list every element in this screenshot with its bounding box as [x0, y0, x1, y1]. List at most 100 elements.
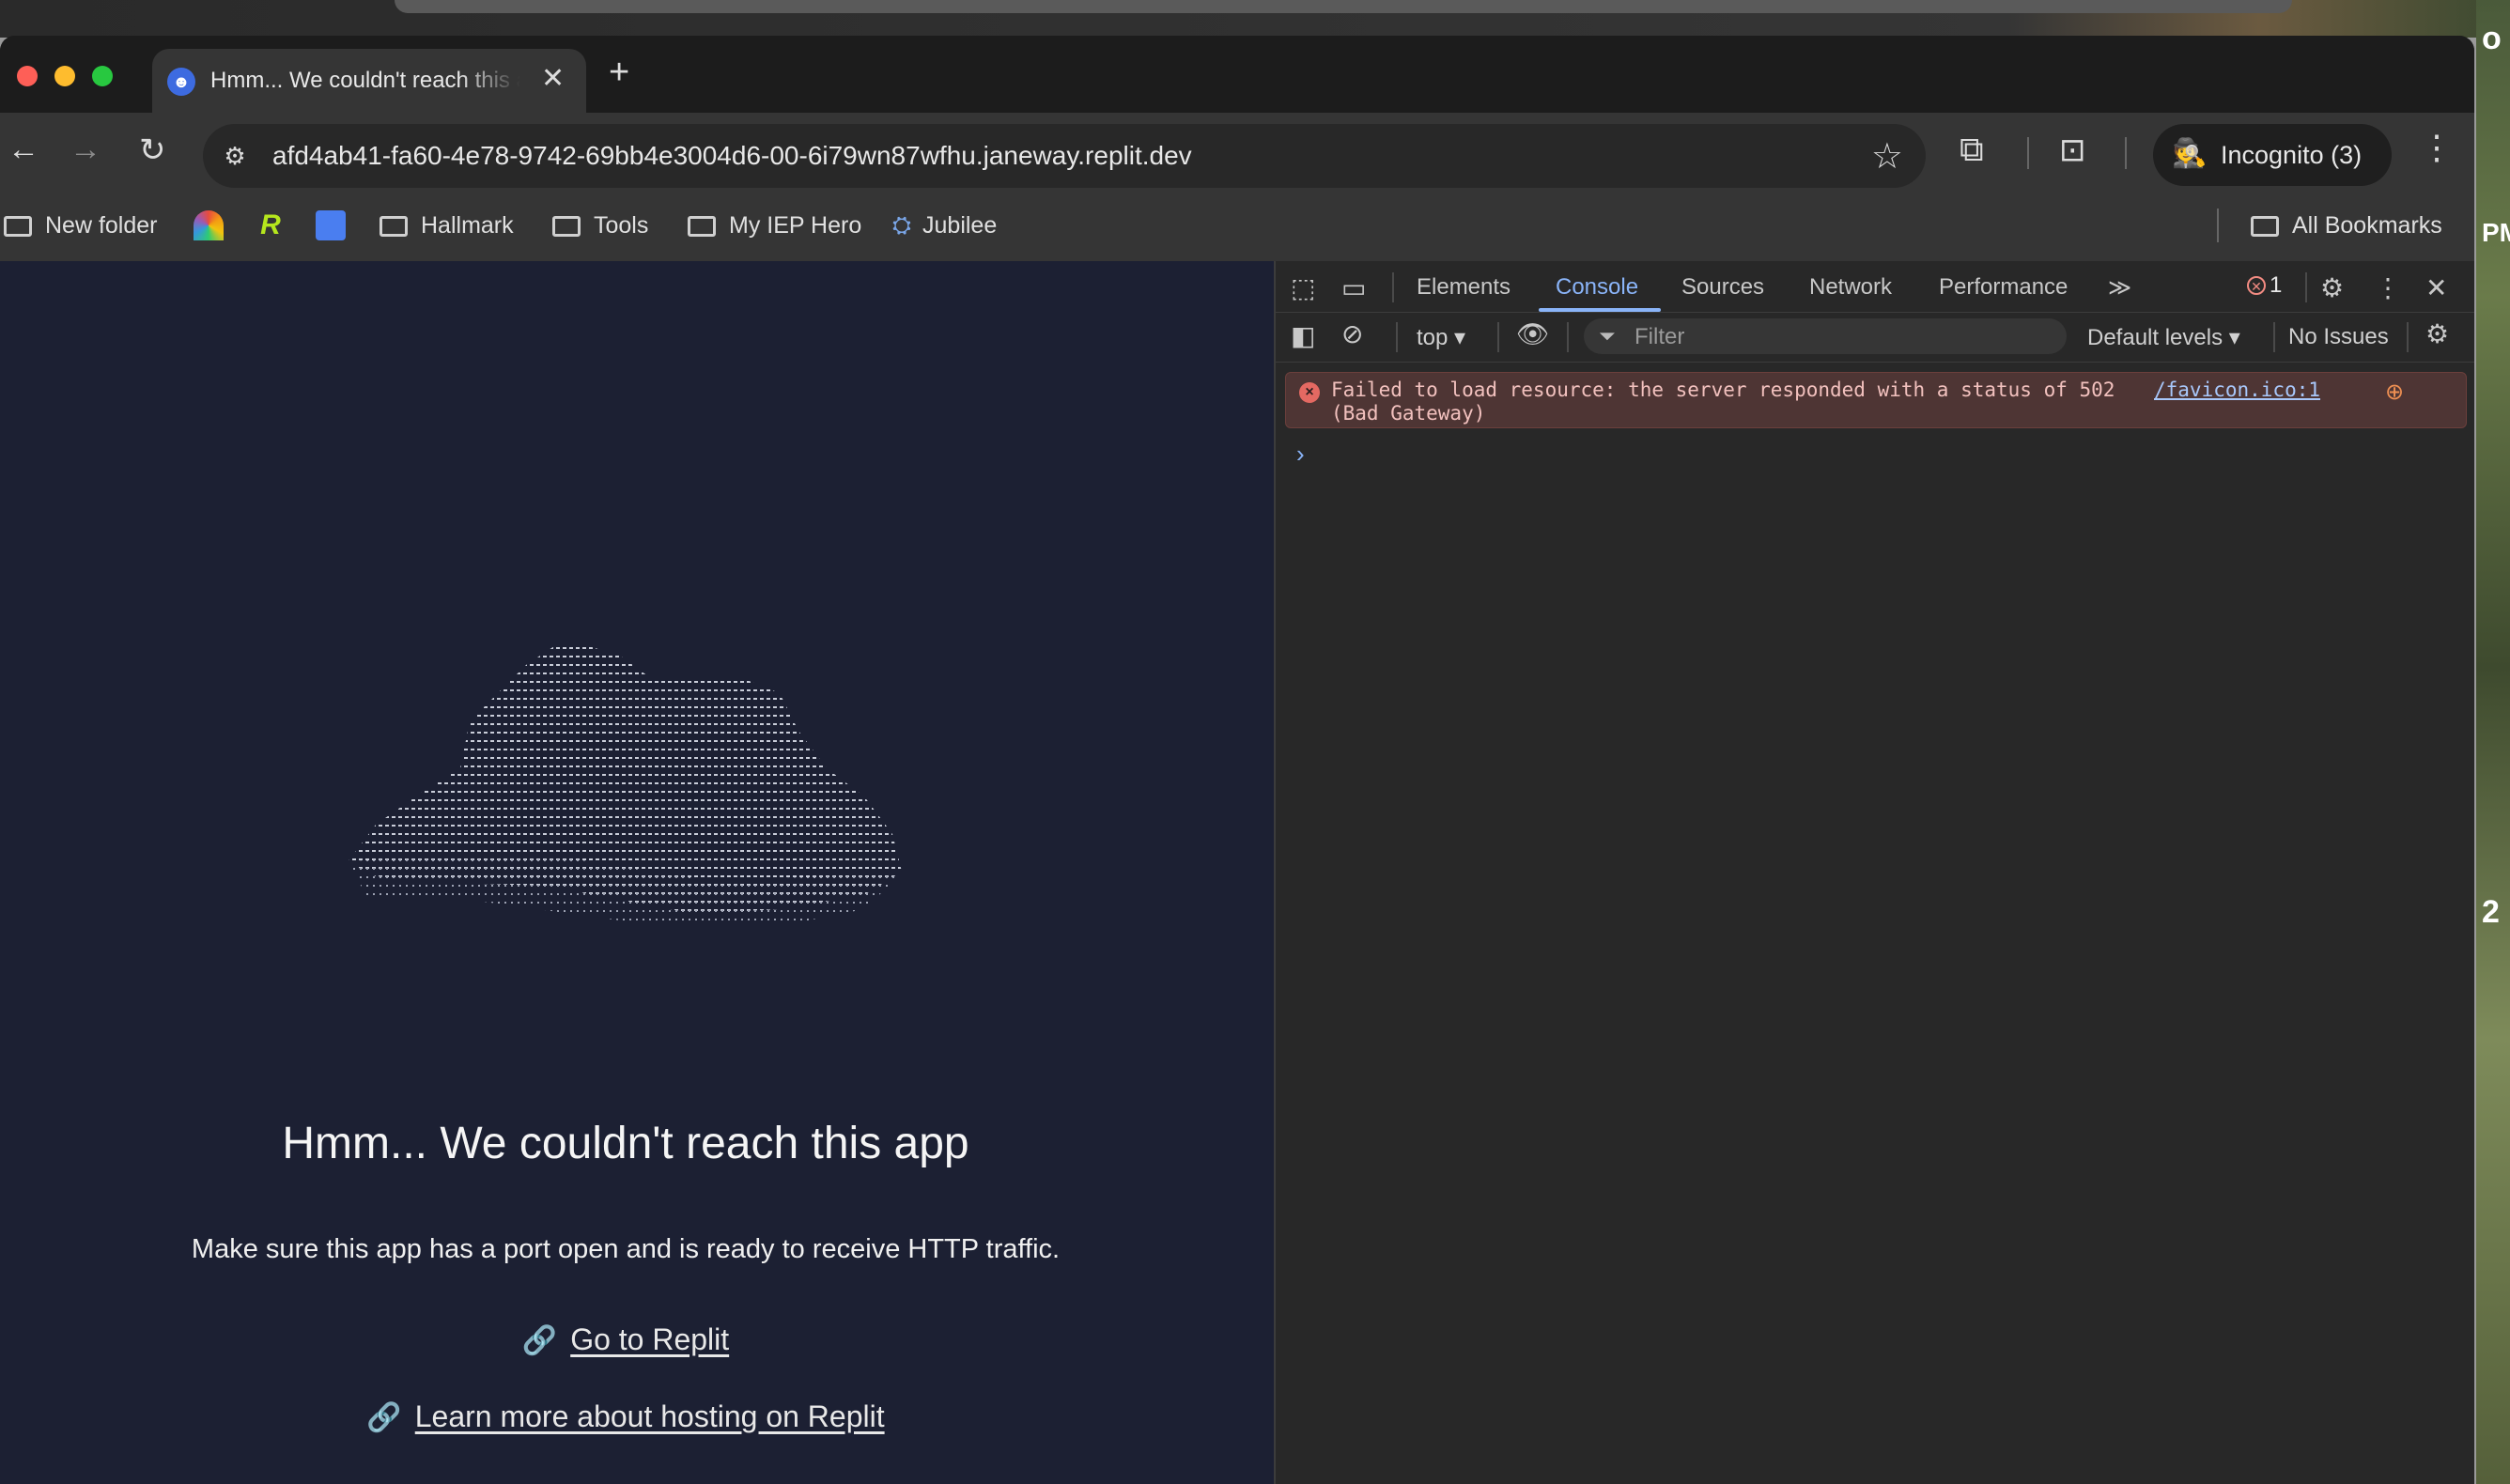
sidebar-toggle-icon[interactable]: ◧ — [1291, 320, 1315, 351]
page-viewport: Hmm... We couldn't reach this app Make s… — [0, 261, 1274, 1484]
incognito-profile-button[interactable]: 🕵 Incognito (3) — [2153, 124, 2392, 186]
console-prompt-chevron-icon[interactable]: › — [1296, 440, 1305, 469]
browser-tab[interactable]: ☻ Hmm... We couldn't reach this app ✕ — [152, 49, 586, 113]
console-toolbar: ◧ ⊘ top ▾ 👁 ⏷ Filter Default levels ▾ No… — [1276, 313, 2474, 363]
minimize-window-button[interactable] — [54, 66, 75, 86]
tab-title: Hmm... We couldn't reach this app — [210, 68, 520, 93]
site-settings-icon[interactable]: ⚙ — [220, 141, 250, 171]
context-selector[interactable]: top ▾ — [1417, 324, 1465, 351]
reload-icon[interactable]: ↻ — [139, 131, 166, 169]
background-window-edge — [395, 0, 2292, 13]
error-source-link[interactable]: /favicon.ico:1 — [2154, 379, 2320, 401]
screen-search-icon[interactable]: ⊡ — [2059, 131, 2086, 169]
devtools-tab-bar: ⬚ ▭ Elements Console Sources Network Per… — [1276, 261, 2474, 313]
extensions-puzzle-icon[interactable]: ⧉ — [1960, 130, 1984, 170]
toolbar-divider — [2027, 137, 2029, 169]
hosting-docs-link[interactable]: 🔗 Learn more about hosting on Replit — [0, 1399, 1251, 1434]
console-settings-icon[interactable]: ⚙ — [2425, 318, 2449, 349]
link-label[interactable]: Learn more about hosting on Replit — [415, 1399, 885, 1433]
log-levels-dropdown[interactable]: Default levels ▾ — [2087, 324, 2240, 351]
bookmark-star-icon[interactable]: ☆ — [1871, 135, 1903, 178]
toolbar-divider — [1567, 322, 1569, 352]
clear-console-icon[interactable]: ⊘ — [1341, 318, 1363, 349]
toolbar-divider — [2305, 272, 2307, 302]
browser-toolbar: ← → ↻ ⚙ afd4ab41-fa60-4e78-9742-69bb4e30… — [0, 113, 2474, 192]
console-error-message[interactable]: × Failed to load resource: the server re… — [1285, 372, 2467, 428]
ascii-cloud-illustration — [348, 644, 902, 926]
bookmark-jubilee[interactable]: ⛭ Jubilee — [892, 212, 997, 240]
desktop-background — [0, 0, 2510, 38]
context-label: top — [1417, 325, 1449, 350]
tab-performance[interactable]: Performance — [1939, 274, 2068, 301]
link-icon: 🔗 — [366, 1402, 402, 1433]
active-tab-indicator — [1539, 308, 1661, 312]
address-bar[interactable]: ⚙ afd4ab41-fa60-4e78-9742-69bb4e3004d6-0… — [203, 124, 1926, 188]
rainbow-icon[interactable] — [194, 210, 224, 240]
filter-funnel-icon: ⏷ — [1599, 324, 1616, 348]
dropdown-triangle-icon: ▾ — [2228, 325, 2240, 350]
device-toolbar-icon[interactable]: ▭ — [1341, 272, 1366, 303]
bookmark-label: My IEP Hero — [729, 212, 862, 239]
bookmark-my-iep-hero[interactable]: My IEP Hero — [688, 212, 861, 240]
all-bookmarks-button[interactable]: All Bookmarks — [2251, 212, 2442, 240]
bookmark-tools[interactable]: Tools — [552, 212, 648, 240]
bookmark-new-folder[interactable]: New folder — [4, 212, 158, 240]
toolbar-divider — [2125, 137, 2127, 169]
settings-gear-icon[interactable]: ⚙ — [2320, 272, 2344, 303]
link-label[interactable]: Go to Replit — [570, 1322, 729, 1356]
devtools-panel: ⬚ ▭ Elements Console Sources Network Per… — [1274, 261, 2474, 1484]
toolbar-divider — [1392, 272, 1394, 302]
bookmarks-bar: New folder R Hallmark Tools My IEP Hero … — [0, 192, 2474, 262]
close-tab-icon[interactable]: ✕ — [541, 62, 565, 95]
back-arrow-icon[interactable]: ← — [8, 131, 39, 168]
tab-sources[interactable]: Sources — [1681, 274, 1764, 301]
tab-network[interactable]: Network — [1809, 274, 1892, 301]
error-icon: × — [1299, 382, 1320, 403]
tab-elements[interactable]: Elements — [1417, 274, 1511, 301]
url-text[interactable]: afd4ab41-fa60-4e78-9742-69bb4e3004d6-00-… — [272, 141, 1192, 171]
more-tabs-icon[interactable]: ≫ — [2108, 274, 2131, 301]
error-icon: ✕ — [2247, 276, 2266, 295]
toolbar-divider — [2407, 322, 2409, 352]
bookmark-hallmark[interactable]: Hallmark — [380, 212, 514, 240]
desktop-text-fragment: o — [2482, 21, 2502, 56]
bookmark-label: Jubilee — [922, 212, 998, 239]
folder-icon — [688, 216, 716, 237]
error-text: Failed to load resource: the server resp… — [1331, 379, 2115, 425]
desktop-text-fragment: 2 — [2482, 894, 2500, 930]
dropdown-triangle-icon: ▾ — [1454, 325, 1466, 350]
fullscreen-window-button[interactable] — [92, 66, 113, 86]
folder-icon — [2251, 216, 2279, 237]
bookmark-label: Hallmark — [421, 212, 514, 239]
forward-arrow-icon[interactable]: → — [70, 131, 101, 168]
toolbar-divider — [2273, 322, 2275, 352]
page-subtext: Make sure this app has a port open and i… — [191, 1234, 1061, 1264]
folder-icon — [552, 216, 581, 237]
link-icon: 🔗 — [521, 1325, 558, 1356]
desktop-wallpaper: o PM 2 — [2476, 0, 2510, 1484]
r-logo-icon[interactable]: R — [256, 210, 286, 240]
docs-icon[interactable] — [316, 210, 346, 240]
bookmark-label: New folder — [45, 212, 158, 239]
jubilee-icon: ⛭ — [892, 212, 912, 239]
go-to-replit-link[interactable]: 🔗 Go to Replit — [0, 1322, 1251, 1357]
issues-counter[interactable]: No Issues — [2288, 324, 2389, 350]
bookmark-label: All Bookmarks — [2292, 212, 2442, 239]
error-count-badge[interactable]: ✕ 1 — [2247, 272, 2282, 299]
browser-window: ☻ Hmm... We couldn't reach this app ✕ + … — [0, 36, 2474, 1484]
close-window-button[interactable] — [17, 66, 38, 86]
close-devtools-icon[interactable]: ✕ — [2425, 272, 2447, 303]
inspect-element-icon[interactable]: ⬚ — [1291, 272, 1315, 303]
console-filter-input[interactable]: ⏷ Filter — [1584, 318, 2067, 354]
devtools-menu-icon[interactable]: ⋮ — [2375, 272, 2401, 303]
live-expression-eye-icon[interactable]: 👁 — [1516, 318, 1550, 349]
bookmark-label: Tools — [594, 212, 649, 239]
folder-icon — [4, 216, 32, 237]
tab-console[interactable]: Console — [1556, 274, 1638, 301]
network-request-icon[interactable]: ⊕ — [2385, 379, 2404, 406]
tab-strip: ☻ Hmm... We couldn't reach this app ✕ + — [0, 36, 2474, 113]
browser-menu-icon[interactable]: ⋮ — [2420, 128, 2454, 167]
new-tab-button[interactable]: + — [609, 53, 629, 93]
toolbar-divider — [1396, 322, 1398, 352]
page-title: Hmm... We couldn't reach this app — [282, 1119, 969, 1168]
